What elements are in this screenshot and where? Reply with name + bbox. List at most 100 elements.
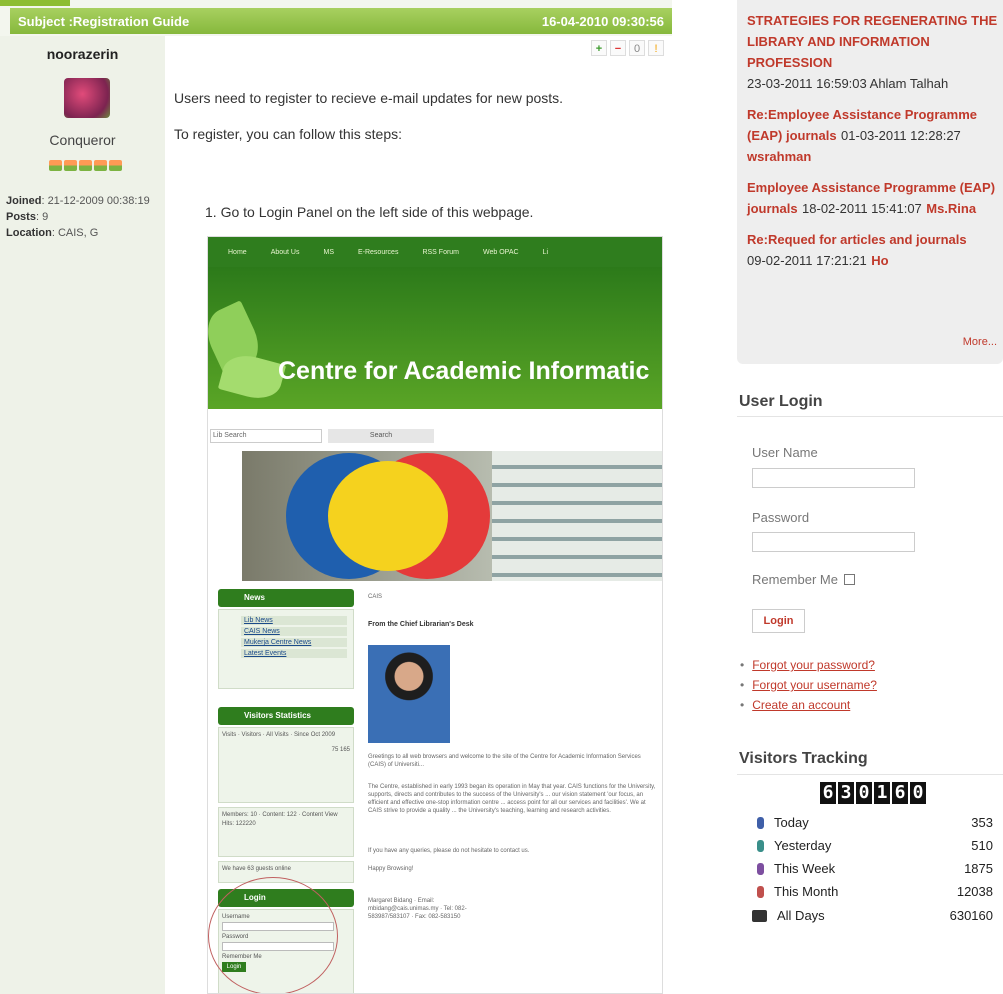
nav-item: About Us — [270, 248, 300, 256]
news-link: Lib News — [241, 616, 347, 625]
screenshot-search-button: Search — [328, 429, 434, 443]
happy-text: Happy Browsing! — [368, 866, 414, 872]
visitors-box: Visits · Visitors · All Visits · Since O… — [218, 727, 354, 803]
username-input[interactable] — [752, 468, 915, 488]
person-icon — [757, 839, 764, 852]
vote-controls: + − 0 ! — [591, 40, 664, 56]
counter-digit: 1 — [874, 782, 890, 804]
stat-value: 353 — [971, 815, 993, 830]
author-name[interactable]: noorazerin — [0, 46, 165, 62]
forgot-password-link[interactable]: Forgot your password? — [752, 658, 875, 672]
latest-meta: 18-02-2011 15:41:07 — [802, 201, 922, 216]
counter-digit: 6 — [892, 782, 908, 804]
stat-this-week: This Week 1875 — [757, 861, 993, 876]
post-paragraph: To register, you can follow this steps: — [174, 126, 402, 142]
divider — [737, 774, 1003, 775]
nav-item: Li — [542, 248, 548, 256]
latest-posts-panel: STRATEGIES FOR REGENERATING THE LIBRARY … — [737, 0, 1003, 364]
signature: Margaret Bidang · Email: mbidang@cais.un… — [368, 898, 467, 920]
create-account-link[interactable]: Create an account — [752, 698, 850, 712]
stat-value: 630160 — [949, 908, 993, 923]
password-label: Password — [752, 510, 810, 525]
members-text: Members: 10 · Content: 122 · Content Vie… — [222, 812, 338, 827]
latest-title[interactable]: STRATEGIES FOR REGENERATING THE LIBRARY … — [747, 13, 997, 70]
greeting-text: Greetings to all web browsers and welcom… — [368, 754, 641, 768]
author-rank: Conqueror — [49, 132, 116, 148]
latest-list: STRATEGIES FOR REGENERATING THE LIBRARY … — [747, 10, 1001, 271]
visitors-tracking-title: Visitors Tracking — [739, 750, 868, 767]
news-link: CAIS News — [241, 627, 347, 636]
latest-user[interactable]: Ho — [871, 253, 888, 268]
latest-meta: 23-03-2011 16:59:03 Ahlam Talhah — [747, 76, 949, 91]
guests-text: We have 63 guests online — [222, 866, 291, 872]
stat-all-days: All Days 630160 — [752, 908, 993, 923]
members-box: Members: 10 · Content: 122 · Content Vie… — [218, 807, 354, 857]
remember-checkbox[interactable] — [843, 574, 855, 585]
user-login-title: User Login — [739, 393, 823, 410]
latest-user[interactable]: wsrahman — [747, 149, 811, 164]
joined-value: : 21-12-2009 00:38:19 — [41, 195, 150, 207]
latest-title[interactable]: Re:Requed for articles and journals — [747, 232, 967, 247]
nav-item: MS — [323, 248, 334, 256]
counter-digit: 0 — [910, 782, 926, 804]
list-item: Create an account — [740, 695, 877, 715]
minus-icon[interactable]: − — [610, 40, 626, 56]
stat-today: Today 353 — [757, 815, 993, 830]
body-text: The Centre, established in early 1993 be… — [368, 784, 656, 814]
list-item: Forgot your password? — [740, 655, 877, 675]
password-input[interactable] — [752, 532, 915, 552]
news-header: News — [218, 589, 354, 607]
stat-label: Today — [774, 815, 809, 830]
news-link: Latest Events — [241, 649, 347, 658]
screenshot-banner: Centre for Academic Informatic — [208, 267, 662, 409]
group-icon — [752, 909, 767, 922]
subject-title: Subject :Registration Guide — [18, 13, 190, 29]
login-button[interactable]: Login — [752, 609, 805, 633]
posts-label: Posts — [6, 211, 36, 223]
news-link: Mukerja Centre News — [241, 638, 347, 647]
stat-label: Yesterday — [774, 838, 832, 853]
stat-label: This Month — [774, 884, 839, 899]
star-icon — [94, 160, 107, 171]
latest-item: Employee Assistance Programme (EAP) jour… — [747, 177, 1001, 219]
visitor-counter: 6 3 0 1 6 0 — [820, 782, 926, 804]
visitors-total: 75 165 — [331, 747, 350, 753]
desk-title: From the Chief Librarian's Desk — [368, 621, 474, 628]
rank-stars — [49, 160, 122, 171]
nav-item: Home — [228, 248, 247, 256]
nav-item: E-Resources — [357, 248, 399, 256]
star-icon — [109, 160, 122, 171]
stat-yesterday: Yesterday 510 — [757, 838, 993, 853]
librarian-portrait — [368, 645, 450, 743]
location-label: Location — [6, 227, 52, 239]
joined-label: Joined — [6, 195, 42, 207]
more-link[interactable]: More... — [963, 336, 997, 348]
stat-value: 12038 — [956, 884, 993, 899]
queries-text: If you have any queries, please do not h… — [368, 848, 530, 854]
stat-this-month: This Month 12038 — [757, 884, 993, 899]
stat-label: All Days — [777, 908, 825, 923]
latest-user[interactable]: Ms.Rina — [926, 201, 976, 216]
stat-value: 1875 — [964, 861, 993, 876]
nav-item: Web OPAC — [483, 248, 519, 256]
divider — [737, 416, 1003, 417]
highlight-circle — [208, 877, 338, 993]
plus-icon[interactable]: + — [591, 40, 607, 56]
latest-item: STRATEGIES FOR REGENERATING THE LIBRARY … — [747, 10, 1001, 94]
latest-item: Re:Employee Assistance Programme (EAP) j… — [747, 104, 1001, 167]
latest-meta: 01-03-2011 12:28:27 — [841, 128, 961, 143]
latest-meta: 09-02-2011 17:21:21 — [747, 253, 867, 268]
post-paragraph: Users need to register to recieve e-mail… — [174, 90, 564, 106]
campus-photo — [242, 451, 662, 581]
post-date: 16-04-2010 09:30:56 — [541, 13, 664, 29]
banner-title: Centre for Academic Informatic — [278, 357, 650, 385]
flag-icon[interactable]: ! — [648, 40, 664, 56]
screenshot-search: Lib Search — [210, 429, 322, 443]
post-tab — [0, 0, 70, 6]
account-links: Forgot your password? Forgot your userna… — [740, 655, 877, 715]
embedded-screenshot: Home About Us MS E-Resources RSS Forum W… — [207, 236, 663, 994]
vote-count: 0 — [629, 40, 645, 56]
forgot-username-link[interactable]: Forgot your username? — [752, 678, 877, 692]
star-icon — [49, 160, 62, 171]
avatar — [64, 78, 110, 118]
